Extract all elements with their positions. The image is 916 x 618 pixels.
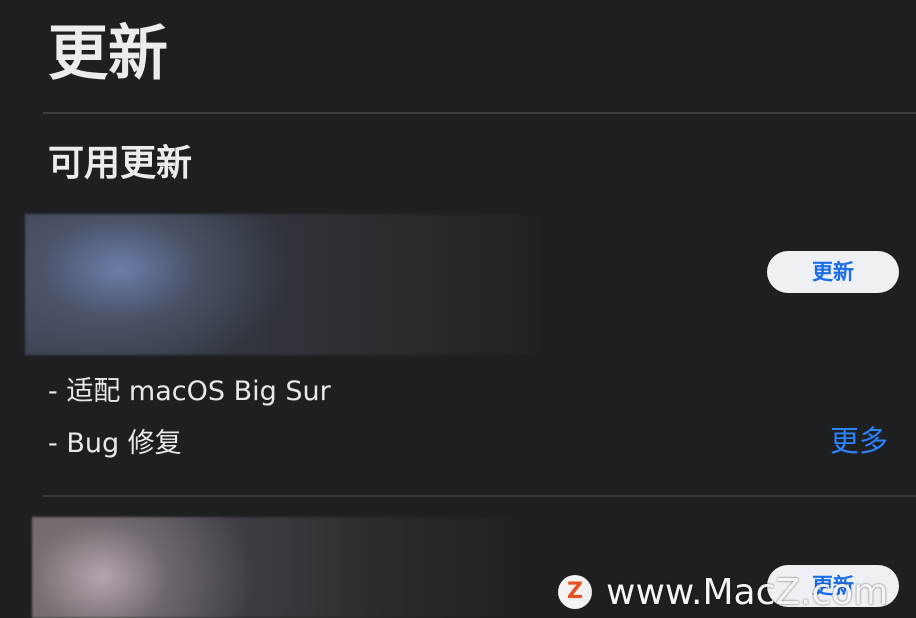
release-note-item: - Bug 修复: [48, 428, 182, 459]
app-banner-image: [25, 214, 545, 355]
watermark-logo-icon: Z: [558, 575, 592, 609]
watermark-text: www.MacZ.com: [606, 571, 889, 613]
more-link[interactable]: 更多: [830, 419, 888, 463]
card-divider: [43, 495, 916, 497]
page-title: 更新: [48, 19, 168, 89]
header-divider: [43, 112, 916, 114]
release-notes: - 适配 macOS Big Sur - Bug 修复: [48, 366, 331, 470]
app-banner-image: [32, 517, 522, 618]
updates-page: 更新 可用更新 更新 - 适配 macOS Big Sur - Bug 修复 更…: [0, 0, 916, 618]
watermark: Z www.MacZ.com: [558, 570, 888, 614]
update-button[interactable]: 更新: [767, 251, 899, 293]
release-note-item: - 适配 macOS Big Sur: [48, 376, 331, 407]
section-title-available-updates: 可用更新: [48, 143, 193, 184]
